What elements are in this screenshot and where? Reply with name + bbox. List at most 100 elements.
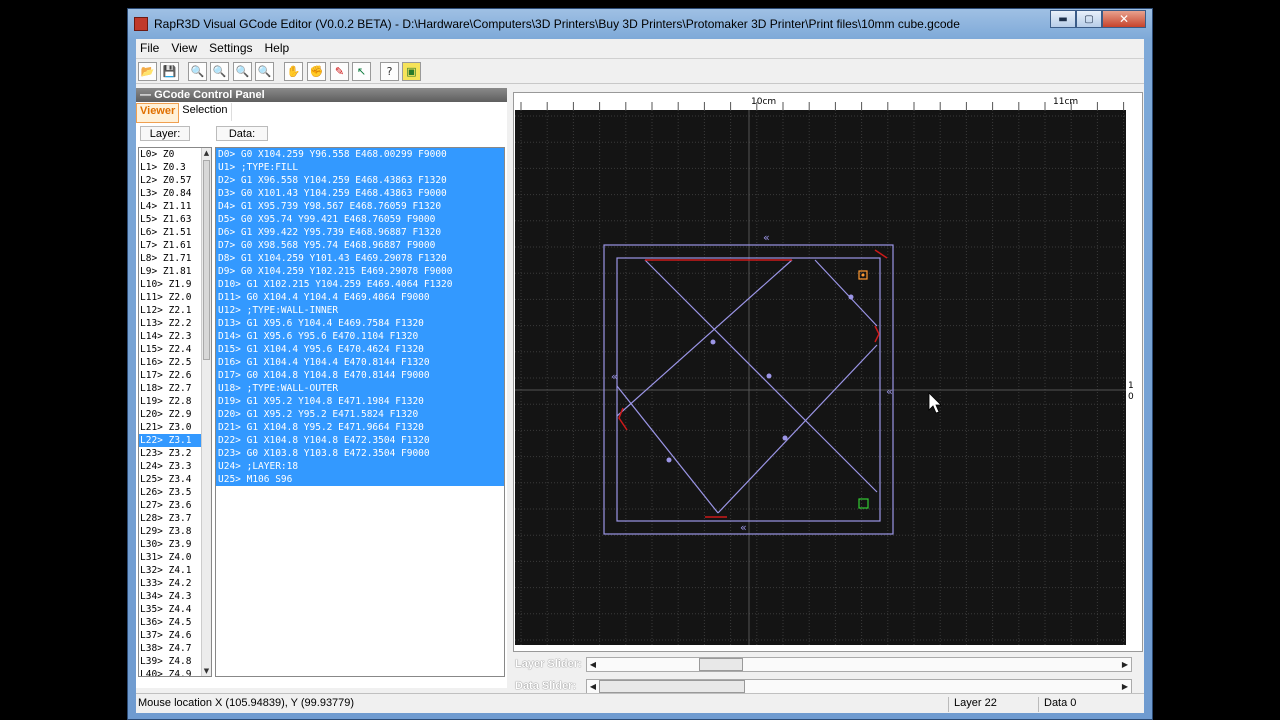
fill-arrow-icon [848, 294, 854, 300]
save-button[interactable]: 💾 [160, 62, 179, 81]
layer-slider-thumb[interactable] [699, 658, 743, 671]
app-icon [134, 17, 148, 31]
data-list-item[interactable]: D23> G0 X103.8 Y103.8 E472.3504 F9000 [216, 447, 504, 460]
layer-slider[interactable]: ◀ ▶ [586, 657, 1132, 672]
main-window: RapR3D Visual GCode Editor (V0.0.2 BETA)… [127, 8, 1153, 720]
draw-button[interactable]: ✎ [330, 62, 349, 81]
close-button[interactable]: ✕ [1102, 10, 1146, 28]
data-list-item[interactable]: D7> G0 X98.568 Y95.74 E468.96887 F9000 [216, 239, 504, 252]
layer-column-header[interactable]: Layer: [140, 126, 190, 141]
open-button[interactable]: 📂 [138, 62, 157, 81]
direction-arrow-icon: « [740, 521, 747, 534]
scroll-up-icon[interactable]: ▲ [202, 148, 211, 158]
panel-tabs: Viewer Selection [136, 103, 507, 123]
data-list-item[interactable]: D8> G1 X104.259 Y101.43 E469.29078 F1320 [216, 252, 504, 265]
layer-slider-right-icon[interactable]: ▶ [1119, 658, 1131, 671]
menu-help[interactable]: Help [261, 39, 294, 57]
mouse-cursor-icon [928, 392, 942, 414]
fill-arrow-icon [766, 373, 772, 379]
canvas-svg[interactable]: « « « « [515, 110, 1126, 645]
minimize-button[interactable]: ▬ [1050, 10, 1076, 28]
title-bar[interactable]: RapR3D Visual GCode Editor (V0.0.2 BETA)… [128, 9, 1152, 39]
menu-settings[interactable]: Settings [205, 39, 256, 57]
data-list-item[interactable]: D2> G1 X96.558 Y104.259 E468.43863 F1320 [216, 174, 504, 187]
data-list-item[interactable]: D4> G1 X95.739 Y98.567 E468.76059 F1320 [216, 200, 504, 213]
data-list-item[interactable]: D14> G1 X95.6 Y95.6 E470.1104 F1320 [216, 330, 504, 343]
layer-slider-row: Layer Slider: ◀ ▶ [513, 655, 1143, 675]
data-slider-left-icon[interactable]: ◀ [587, 680, 599, 693]
direction-arrow-icon: « [886, 385, 893, 398]
viewer-canvas[interactable]: « « « « [515, 110, 1126, 645]
panel-title: — GCode Control Panel [136, 88, 507, 102]
tab-selection[interactable]: Selection [179, 103, 232, 121]
right-ruler: 1 0 [1126, 110, 1138, 645]
data-list-item[interactable]: U1> ;TYPE:FILL [216, 161, 504, 174]
ruler-label: 10cm [751, 97, 776, 107]
data-list-item[interactable]: U24> ;LAYER:18 [216, 460, 504, 473]
ruler-label: 11cm [1053, 97, 1078, 107]
data-list-item[interactable]: D15> G1 X104.4 Y95.6 E470.4624 F1320 [216, 343, 504, 356]
direction-arrow-icon: « [611, 370, 618, 383]
layer-list[interactable]: L0> Z0 L1> Z0.3 L2> Z0.57 L3> Z0.84 L4> Z1.1… [138, 147, 212, 677]
grab-button[interactable]: ✊ [307, 62, 326, 81]
data-list-item[interactable]: D0> G0 X104.259 Y96.558 E468.00299 F9000 [216, 148, 504, 161]
tab-viewer[interactable]: Viewer [136, 103, 180, 123]
help-button[interactable]: ? [380, 62, 399, 81]
zoom-out-icon: 🔍 [212, 65, 227, 78]
save-icon: 💾 [162, 65, 177, 78]
data-list-item[interactable]: U25> M106 S96 [216, 473, 504, 486]
data-list-item[interactable]: D6> G1 X99.422 Y95.739 E468.96887 F1320 [216, 226, 504, 239]
client-area: File View Settings Help 📂 💾 🔍 🔍 🔍 🔍 ✋ ✊ … [136, 39, 1144, 713]
data-slider[interactable]: ◀ ▶ [586, 679, 1132, 694]
data-slider-thumb[interactable] [599, 680, 745, 693]
status-data: Data 0 [1038, 697, 1076, 712]
scroll-thumb[interactable] [203, 160, 210, 360]
data-list-item[interactable]: D10> G1 X102.215 Y104.259 E469.4064 F132… [216, 278, 504, 291]
data-list-item[interactable]: U12> ;TYPE:WALL-INNER [216, 304, 504, 317]
fill-path [814, 259, 878, 327]
data-list-item[interactable]: D16> G1 X104.4 Y104.4 E470.8144 F1320 [216, 356, 504, 369]
data-column-header[interactable]: Data: [216, 126, 268, 141]
data-list-item[interactable]: D22> G1 X104.8 Y104.8 E472.3504 F1320 [216, 434, 504, 447]
zoom-in-button[interactable]: 🔍 [188, 62, 207, 81]
data-list-item[interactable]: D5> G0 X95.74 Y99.421 E468.76059 F9000 [216, 213, 504, 226]
gcode-control-panel: — GCode Control Panel Viewer Selection L… [136, 88, 507, 688]
right-ruler-label-0: 0 [1128, 392, 1134, 402]
menu-view[interactable]: View [167, 39, 201, 57]
data-slider-label: Data Slider: [515, 680, 577, 692]
layer-slider-label: Layer Slider: [515, 658, 582, 670]
zoom-fit-button[interactable]: 🔍 [233, 62, 252, 81]
data-list-item[interactable]: D20> G1 X95.2 Y95.2 E471.5824 F1320 [216, 408, 504, 421]
layer-list-scrollbar[interactable]: ▲ ▼ [201, 148, 211, 676]
data-slider-right-icon[interactable]: ▶ [1119, 680, 1131, 693]
help-icon: ? [386, 65, 393, 78]
menu-file[interactable]: File [136, 39, 163, 57]
zoom-out-button[interactable]: 🔍 [210, 62, 229, 81]
hand-pan-icon: ✋ [286, 65, 301, 78]
top-ruler: 10cm 11cm [515, 94, 1126, 110]
data-list-item[interactable]: U18> ;TYPE:WALL-OUTER [216, 382, 504, 395]
layer-slider-left-icon[interactable]: ◀ [587, 658, 599, 671]
layer-export-icon: ▣ [406, 65, 417, 78]
pan-button[interactable]: ✋ [284, 62, 303, 81]
zoom-reset-button[interactable]: 🔍 [255, 62, 274, 81]
data-list-item[interactable]: D13> G1 X95.6 Y104.4 E469.7584 F1320 [216, 317, 504, 330]
fill-arrow-icon [710, 339, 716, 345]
data-list-item[interactable]: D19> G1 X95.2 Y104.8 E471.1984 F1320 [216, 395, 504, 408]
maximize-button[interactable]: ▢ [1076, 10, 1102, 28]
gcode-viewer[interactable]: 10cm 11cm « « « « 1 0 [513, 92, 1143, 652]
status-mouse-location: Mouse location X (105.94839), Y (99.9377… [138, 697, 355, 709]
end-marker [858, 498, 869, 509]
data-list-item[interactable]: D9> G0 X104.259 Y102.215 E469.29078 F900… [216, 265, 504, 278]
scroll-down-icon[interactable]: ▼ [202, 666, 211, 676]
data-list-item[interactable]: D21> G1 X104.8 Y95.2 E471.9664 F1320 [216, 421, 504, 434]
data-list-item[interactable]: D3> G0 X101.43 Y104.259 E468.43863 F9000 [216, 187, 504, 200]
fill-path [616, 385, 719, 514]
data-list-item[interactable]: D11> G0 X104.4 Y104.4 E469.4064 F9000 [216, 291, 504, 304]
fill-path [644, 259, 878, 493]
data-list[interactable]: D0> G0 X104.259 Y96.558 E468.00299 F9000… [215, 147, 505, 677]
data-list-item[interactable]: D17> G0 X104.8 Y104.8 E470.8144 F9000 [216, 369, 504, 382]
toolbar: 📂 💾 🔍 🔍 🔍 🔍 ✋ ✊ ✎ ↖ ? ▣ [136, 58, 1144, 84]
select-button[interactable]: ↖ [352, 62, 371, 81]
layer-export-button[interactable]: ▣ [402, 62, 421, 81]
